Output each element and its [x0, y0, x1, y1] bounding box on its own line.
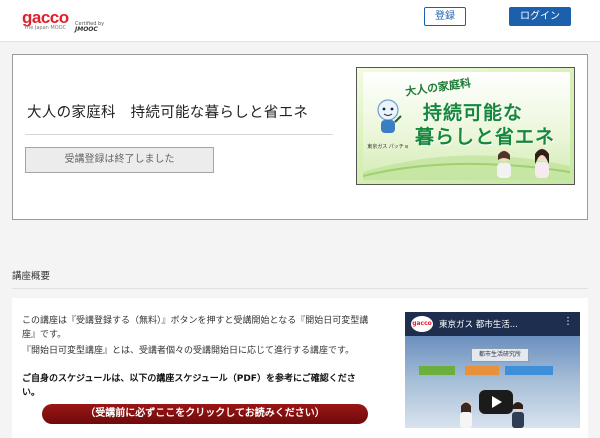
- banner-panel: 大人の家庭科 持続可能な 暮らしと省エネ 東京ガス パッチョ: [363, 72, 570, 180]
- overview-paragraph-3: ご自身のスケジュールは、以下の講座スケジュール（PDF）を参考にご確認ください。: [22, 374, 356, 398]
- jmooc-logo: JMOOC: [75, 26, 98, 33]
- video-thumbnail: 都市生活研究所: [405, 336, 580, 428]
- play-button[interactable]: [479, 390, 513, 414]
- section-title-overview: 講座概要: [12, 271, 51, 282]
- registration-closed-button[interactable]: 受講登録は終了しました: [25, 147, 214, 173]
- blue-tag: [505, 366, 553, 375]
- presenter-woman-icon: [497, 150, 511, 178]
- gacco-channel-badge: gacco: [411, 316, 433, 332]
- gacco-logo[interactable]: gacco The Japan MOOC Certified by JMOOC: [22, 8, 112, 34]
- title-divider: [25, 134, 333, 135]
- video-sign: 都市生活研究所: [471, 348, 529, 362]
- course-title: 大人の家庭科 持続可能な暮らしと省エネ: [27, 105, 309, 121]
- mascot-label: 東京ガス パッチョ: [367, 144, 409, 150]
- more-options-icon[interactable]: ⋮: [563, 316, 573, 327]
- overview-content: この講座は『受講登録する（無料）』ボタンを押すと受講開始となる『開始日可変型講座…: [12, 298, 588, 438]
- presenter-left-icon: [460, 401, 472, 428]
- presenter-woman-2-icon: [535, 148, 549, 178]
- play-icon: [492, 396, 502, 408]
- logo-tagline: The Japan MOOC: [24, 25, 67, 31]
- overview-paragraph-2: 『開始日可変型講座』とは、受講者個々の受講開始日に応じて進行する講座です。: [22, 346, 355, 356]
- read-before-enroll-button[interactable]: （受講前に必ずここをクリックしてお読みください）: [42, 404, 368, 424]
- course-card: 大人の家庭科 持続可能な暮らしと省エネ 受講登録は終了しました 大人の家庭科 持…: [12, 54, 588, 220]
- banner-line-1: 持続可能な: [423, 102, 524, 124]
- video-title[interactable]: 東京ガス 都市生活...: [439, 318, 518, 330]
- register-button[interactable]: 登録: [424, 7, 466, 26]
- banner-subtitle: 大人の家庭科: [404, 76, 472, 99]
- login-button[interactable]: ログイン: [509, 7, 571, 26]
- video-title-bar: gacco 東京ガス 都市生活... ⋮: [405, 312, 580, 336]
- course-banner-image: 大人の家庭科 持続可能な 暮らしと省エネ 東京ガス パッチョ: [356, 67, 575, 185]
- overview-paragraph-1: この講座は『受講登録する（無料）』ボタンを押すと受講開始となる『開始日可変型講座…: [22, 316, 369, 340]
- site-header: gacco The Japan MOOC Certified by JMOOC …: [0, 0, 600, 42]
- green-tag: [419, 366, 455, 375]
- banner-line-2: 暮らしと省エネ: [415, 126, 556, 148]
- orange-tag: [465, 366, 499, 375]
- intro-video-player[interactable]: gacco 東京ガス 都市生活... ⋮ 都市生活研究所: [405, 312, 580, 428]
- mascot-icon: [377, 99, 402, 133]
- section-divider: [12, 288, 588, 289]
